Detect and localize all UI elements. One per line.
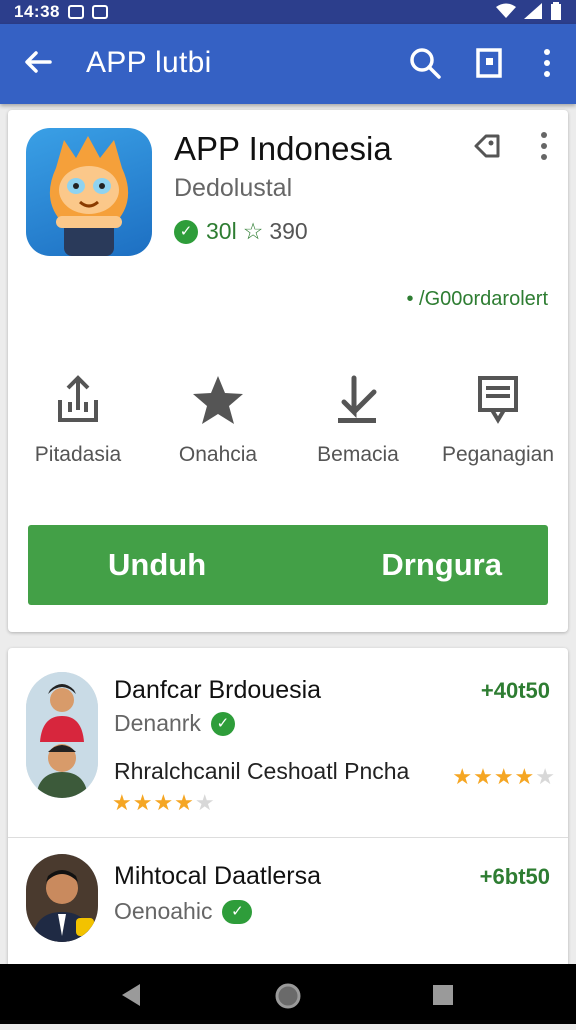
overflow-menu-icon[interactable] [530, 46, 564, 80]
share-tag-icon[interactable] [470, 130, 502, 162]
nav-back-icon[interactable] [118, 982, 144, 1008]
list-item-title: Danfcar Brdouesia [114, 676, 322, 704]
rating-stars-filled: ★★★★ [112, 790, 195, 815]
bookmark-page-icon[interactable] [472, 46, 506, 80]
list-item[interactable]: Danfcar Brdouesia Denanrk ✓ Rhralchcanil… [8, 648, 568, 838]
app-tag: • /G00ordarolert [406, 288, 548, 310]
list-item-price: +40t50 [480, 678, 550, 703]
star-outline-icon: ☆ [242, 218, 264, 244]
action-share-label: Pitadasia [34, 443, 122, 466]
app-detail-card: APP Indonesia Dedolustal ✓ 30l ☆ 390 • /… [8, 110, 568, 632]
avatar [26, 672, 98, 798]
system-nav-bar [0, 964, 576, 1024]
list-item-subtitle: Denanrk [114, 710, 201, 736]
list-item-title: Mihtocal Daatlersa [114, 862, 322, 890]
notification-icon [67, 5, 84, 19]
rating-stars-secondary: ★★★★★ [452, 764, 556, 790]
app-bar: APP lutbi [0, 24, 576, 104]
app-name: APP Indonesia [174, 130, 392, 167]
action-download[interactable]: Bemacia [288, 372, 428, 467]
star-icon [193, 376, 243, 424]
signal-icon [524, 3, 542, 19]
action-row: Pitadasia Onahcia Bemacia Peganagian [8, 372, 568, 467]
action-download-label: Bemacia [317, 443, 399, 466]
list-item-subtitle-row: Oenoahic ✓ [114, 898, 253, 925]
wifi-icon [496, 3, 516, 18]
action-rate[interactable]: Onahcia [148, 372, 288, 467]
battery-icon [551, 2, 561, 20]
action-share[interactable]: Pitadasia [8, 372, 148, 467]
image-notification-icon [91, 5, 108, 19]
verified-check-icon: ✓ [210, 711, 235, 736]
verified-check-icon: ✓ [222, 899, 253, 924]
install-right-label: Drngura [381, 547, 502, 582]
download-icon [338, 375, 377, 423]
app-logo-icon [26, 128, 152, 256]
action-rate-label: Onahcia [178, 443, 258, 466]
list-item-subtitle-row: Denanrk ✓ [114, 710, 235, 737]
report-icon [478, 376, 518, 424]
app-developer[interactable]: Dedolustal [174, 174, 292, 203]
status-time: 14:38 [14, 2, 60, 21]
back-arrow-icon[interactable] [22, 46, 54, 78]
list-item-subtitle: Oenoahic [114, 898, 213, 924]
rating-star-empty-icon: ★ [194, 790, 216, 815]
action-report-label: Peganagian [441, 443, 555, 466]
rating-stars-secondary-filled: ★★★★ [452, 764, 536, 789]
nav-recents-icon[interactable] [432, 984, 454, 1006]
install-button[interactable]: Unduh Drngura [28, 525, 548, 605]
related-list-card: Danfcar Brdouesia Denanrk ✓ Rhralchcanil… [8, 648, 568, 978]
nav-home-icon[interactable] [274, 982, 302, 1010]
rating-count: 30l [206, 218, 237, 244]
action-report[interactable]: Peganagian [428, 372, 568, 467]
status-bar: 14:38 [0, 0, 576, 24]
rating-stars: ★★★★★ [112, 790, 216, 816]
share-upload-icon [58, 375, 98, 422]
more-vertical-icon[interactable] [534, 130, 554, 162]
rating-row: ✓ 30l ☆ 390 [174, 218, 308, 245]
app-bar-title: APP lutbi [86, 46, 212, 79]
rating-value: 390 [269, 218, 308, 244]
list-item-price: +6bt50 [479, 864, 550, 889]
list-item-description: Rhralchcanil Ceshoatl Pncha [114, 758, 410, 784]
rating-star-empty-icon: ★ [535, 764, 556, 789]
install-left-label: Unduh [108, 547, 207, 582]
verified-check-icon: ✓ [174, 219, 198, 244]
avatar [26, 854, 98, 942]
search-icon[interactable] [408, 46, 442, 80]
